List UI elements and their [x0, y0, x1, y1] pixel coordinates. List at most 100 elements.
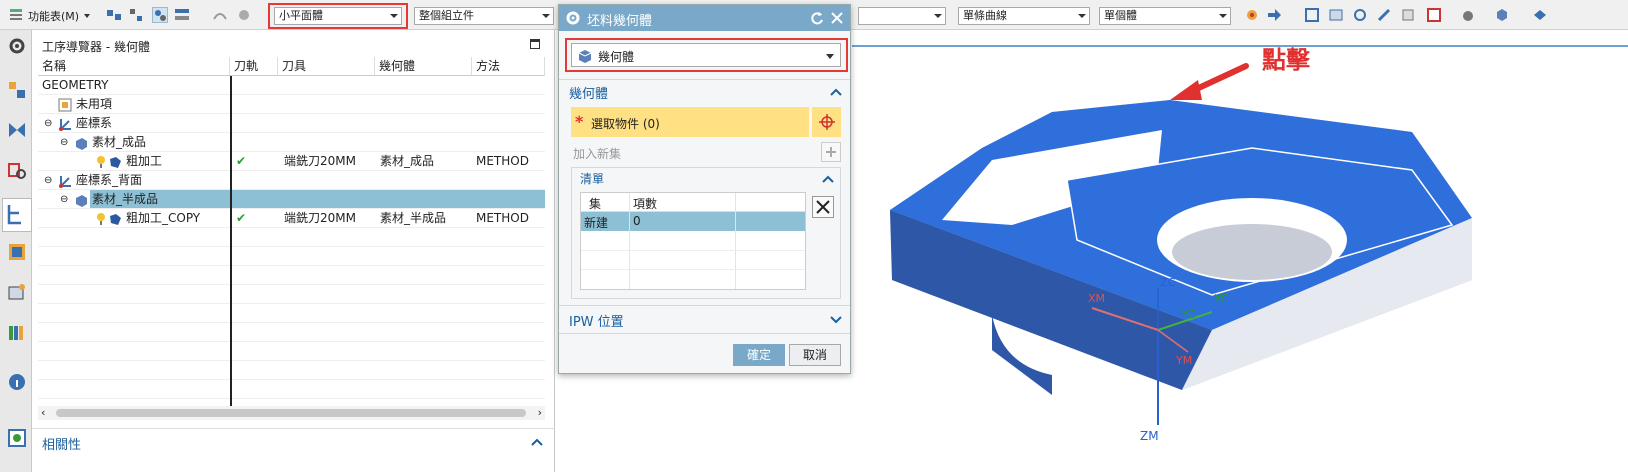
- add-new-set-label: 加入新集: [573, 147, 622, 161]
- body-rule-combo[interactable]: 單個體: [1099, 7, 1231, 25]
- ok-button[interactable]: 確定: [733, 344, 785, 366]
- select-object-button[interactable]: [811, 107, 841, 137]
- layout-icon[interactable]: [174, 7, 190, 23]
- chevron-up-icon[interactable]: [830, 87, 842, 97]
- info-icon[interactable]: [7, 372, 27, 392]
- select-mode-icon[interactable]: [152, 7, 168, 23]
- list-title[interactable]: 清單: [580, 170, 604, 187]
- related-panel[interactable]: 相關性: [32, 428, 555, 472]
- reset-icon[interactable]: [810, 11, 824, 25]
- section-ipw-title[interactable]: IPW 位置: [569, 311, 856, 330]
- scroll-thumb[interactable]: [56, 409, 526, 417]
- row-geometry: 素材_成品: [380, 154, 435, 168]
- table-row[interactable]: ⊖ 座標系: [38, 114, 545, 133]
- table-row[interactable]: 粗加工 ✔ 端銑刀20MM 素材_成品 METHOD: [38, 152, 545, 171]
- table-row[interactable]: ⊖ 座標系_背面: [38, 171, 545, 190]
- add-set-button[interactable]: [821, 142, 841, 162]
- curve-icon[interactable]: [212, 7, 228, 23]
- maximize-icon[interactable]: [530, 39, 540, 49]
- list-header-row: 集 項數: [581, 193, 805, 212]
- list-row-selected[interactable]: 新建 0: [581, 212, 805, 231]
- scope-combo[interactable]: 整個組立件: [414, 7, 554, 25]
- snap-icon[interactable]: [128, 7, 144, 23]
- empty-row: [38, 228, 545, 247]
- scroll-right-icon[interactable]: ›: [538, 406, 542, 419]
- separator: [559, 333, 850, 334]
- dialog-header[interactable]: 坯料幾何體: [559, 5, 850, 31]
- add-icon: [826, 147, 836, 157]
- collapse-icon[interactable]: ⊖: [60, 133, 68, 152]
- assembly-navigator-icon[interactable]: [7, 80, 27, 100]
- column-header-method[interactable]: 方法: [472, 57, 545, 76]
- gear-filter-icon[interactable]: [236, 7, 252, 23]
- select-object-bar[interactable]: * 選取物件 (0): [571, 107, 809, 137]
- empty-row: [38, 361, 545, 380]
- chevron-down-icon[interactable]: [830, 315, 842, 325]
- model-canvas[interactable]: ZC XM YC XC YM ZM 點擊: [852, 30, 1628, 472]
- table-row[interactable]: 未用項: [38, 95, 545, 114]
- click-annotation: 點擊: [1262, 46, 1311, 74]
- row-name: 座標系_背面: [76, 173, 143, 187]
- collapse-icon[interactable]: ⊖: [44, 171, 52, 190]
- rotate-icon[interactable]: [1352, 7, 1368, 23]
- hidden-combo[interactable]: [858, 7, 946, 25]
- table-row[interactable]: 粗加工_COPY ✔ 端銑刀20MM 素材_半成品 METHOD: [38, 209, 545, 228]
- resource-bar: [0, 30, 32, 472]
- blank-geometry-dialog: 坯料幾何體 幾何體 幾何體 * 選取物件 (0) 加入新集 清單 集 項數 新建: [558, 4, 851, 374]
- list-col-divider: [629, 193, 630, 289]
- row-name: 素材_成品: [92, 135, 147, 149]
- close-icon[interactable]: [830, 11, 844, 25]
- mcs-icon: [59, 119, 71, 131]
- view-layout-icon[interactable]: [1426, 7, 1442, 23]
- reuse-library-icon[interactable]: [7, 282, 27, 302]
- list-group: 清單 集 項數 新建 0: [571, 167, 841, 299]
- yc-red-label: YM: [1175, 354, 1192, 367]
- column-header-path[interactable]: 刀軌: [230, 57, 278, 76]
- menu-button[interactable]: 功能表(M): [28, 8, 79, 24]
- row-name: 粗加工: [126, 154, 163, 168]
- list-header-set: 集: [589, 197, 602, 211]
- layers-icon[interactable]: [1400, 7, 1416, 23]
- chevron-up-icon[interactable]: [531, 437, 543, 447]
- render-icon[interactable]: [1460, 7, 1476, 23]
- pan-icon[interactable]: [1376, 7, 1392, 23]
- list-cell-set: 新建: [584, 216, 609, 230]
- web-browser-icon[interactable]: [7, 428, 27, 448]
- row-name: 素材_半成品: [92, 192, 159, 206]
- set-list-table[interactable]: 集 項數 新建 0: [580, 192, 806, 290]
- shading-icon[interactable]: [1494, 7, 1510, 23]
- graphics-viewport[interactable]: ZC XM YC XC YM ZM 點擊: [852, 30, 1628, 472]
- constraint-navigator-icon[interactable]: [7, 120, 27, 140]
- table-row-selected[interactable]: ⊖ 素材_半成品: [38, 190, 545, 209]
- collapse-icon[interactable]: ⊖: [60, 190, 68, 209]
- menu-icon[interactable]: [8, 7, 24, 23]
- fit-view-icon[interactable]: [1304, 7, 1320, 23]
- palette-icon[interactable]: [7, 322, 27, 342]
- part-navigator-icon[interactable]: [7, 160, 27, 180]
- workpiece-icon: [76, 138, 87, 150]
- list-row-divider: [581, 269, 805, 270]
- scroll-left-icon[interactable]: ‹: [41, 406, 45, 419]
- table-row[interactable]: GEOMETRY: [38, 76, 545, 95]
- list-row-divider: [581, 250, 805, 251]
- settings-icon[interactable]: [7, 36, 27, 56]
- collapse-icon[interactable]: ⊖: [44, 114, 52, 133]
- gear-icon: [566, 11, 580, 25]
- operation-navigator-icon[interactable]: [2, 198, 32, 232]
- point-snap-icon[interactable]: [1244, 7, 1260, 23]
- delete-set-button[interactable]: [812, 196, 834, 218]
- table-row[interactable]: ⊖ 素材_成品: [38, 133, 545, 152]
- filter-icon[interactable]: [106, 7, 122, 23]
- horizontal-scrollbar[interactable]: ‹ ›: [38, 406, 545, 420]
- chevron-up-icon[interactable]: [822, 174, 834, 184]
- visibility-icon[interactable]: [1532, 7, 1548, 23]
- section-geometry-title[interactable]: 幾何體: [569, 83, 856, 102]
- column-header-tool[interactable]: 刀具: [278, 57, 375, 76]
- curve-rule-combo[interactable]: 單條曲線: [958, 7, 1090, 25]
- machine-tool-icon[interactable]: [7, 242, 27, 262]
- zoom-icon[interactable]: [1328, 7, 1344, 23]
- arrow-right-icon[interactable]: [1266, 7, 1282, 23]
- cancel-button[interactable]: 取消: [789, 344, 841, 366]
- column-header-name[interactable]: 名稱: [38, 57, 230, 76]
- column-header-geometry[interactable]: 幾何體: [375, 57, 472, 76]
